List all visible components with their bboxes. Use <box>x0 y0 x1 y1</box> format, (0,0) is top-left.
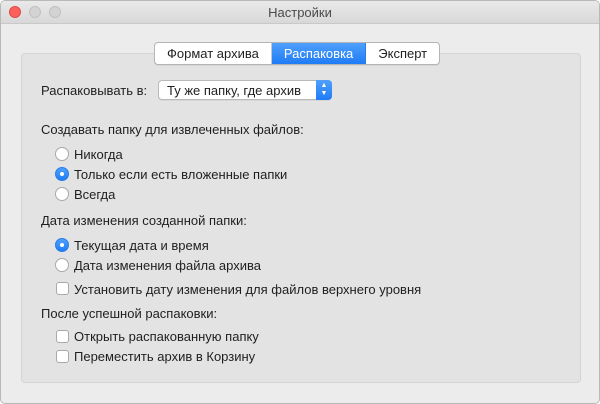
radio-create-folder-if-nested[interactable] <box>55 167 69 181</box>
extract-to-value: Ту же папку, где архив <box>167 83 301 98</box>
extract-to-label: Распаковывать в: <box>41 83 148 98</box>
checkbox-move-to-trash-label: Переместить архив в Корзину <box>74 349 256 364</box>
radio-date-current-label: Текущая дата и время <box>74 238 209 253</box>
folder-date-heading: Дата изменения созданной папки: <box>41 213 247 228</box>
checkbox-open-folder-label: Открыть распакованную папку <box>74 329 259 344</box>
checkbox-move-to-trash[interactable] <box>56 350 69 363</box>
tab-bar: Формат архива Распаковка Эксперт <box>154 42 441 65</box>
checkbox-open-folder[interactable] <box>56 330 69 343</box>
radio-date-archive-file[interactable] <box>55 258 69 272</box>
updown-chevron-icon: ▲ ▼ <box>316 80 332 100</box>
radio-create-folder-never[interactable] <box>55 147 69 161</box>
tab-archive-format[interactable]: Формат архива <box>155 43 272 64</box>
preferences-window: Настройки Формат архива Распаковка Экспе… <box>0 0 600 404</box>
radio-date-archive-file-label: Дата изменения файла архива <box>74 258 261 273</box>
tab-expert[interactable]: Эксперт <box>366 43 439 64</box>
window-title: Настройки <box>268 5 332 20</box>
after-success-heading: После успешной распаковки: <box>41 306 218 321</box>
extract-to-select[interactable]: Ту же папку, где архив ▲ ▼ <box>158 80 332 100</box>
radio-create-folder-if-nested-label: Только если есть вложенные папки <box>74 167 288 182</box>
title-bar: Настройки <box>1 1 599 24</box>
tab-extraction[interactable]: Распаковка <box>271 43 367 64</box>
checkbox-set-top-level-date[interactable] <box>56 282 69 295</box>
radio-create-folder-always[interactable] <box>55 187 69 201</box>
radio-date-current[interactable] <box>55 238 69 252</box>
checkbox-set-top-level-date-label: Установить дату изменения для файлов вер… <box>74 282 422 297</box>
radio-create-folder-always-label: Всегда <box>74 187 116 202</box>
radio-create-folder-never-label: Никогда <box>74 147 123 162</box>
create-folder-heading: Создавать папку для извлеченных файлов: <box>41 122 304 137</box>
